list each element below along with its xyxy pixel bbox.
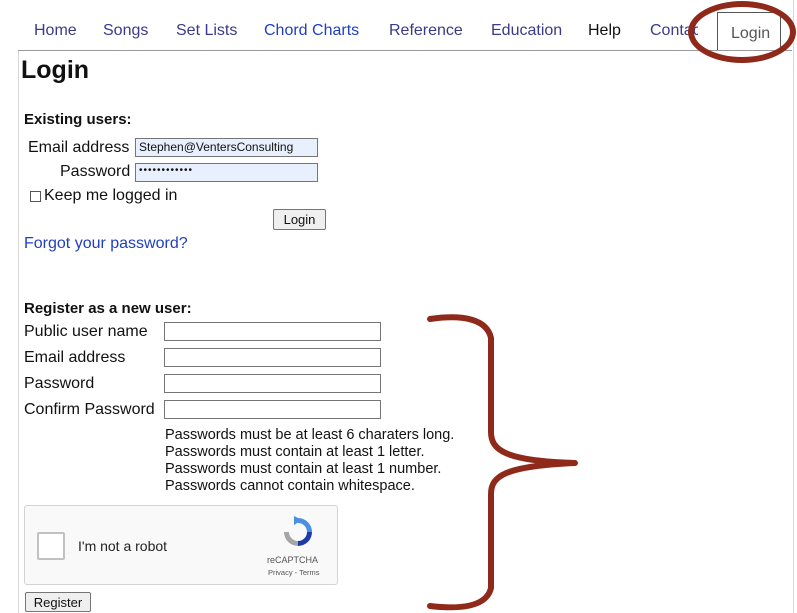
recaptcha-checkbox[interactable] xyxy=(37,532,65,560)
annotation-circle xyxy=(688,1,796,63)
nav-chord-charts[interactable]: Chord Charts xyxy=(264,22,359,40)
register-confirm-label: Confirm Password xyxy=(24,401,155,418)
register-button[interactable]: Register xyxy=(25,592,91,612)
password-rule-length: Passwords must be at least 6 charaters l… xyxy=(165,427,455,443)
login-email-input[interactable]: Stephen@VentersConsulting xyxy=(135,138,318,157)
keep-logged-in-checkbox[interactable] xyxy=(30,191,41,202)
recaptcha-widget: I'm not a robot reCAPTCHA Privacy - Term… xyxy=(24,505,338,585)
password-rule-number: Passwords must contain at least 1 number… xyxy=(165,461,442,477)
forgot-password-link[interactable]: Forgot your password? xyxy=(24,235,188,253)
login-email-label: Email address xyxy=(28,139,130,156)
register-password-label: Password xyxy=(24,375,95,392)
password-rule-letter: Passwords must contain at least 1 letter… xyxy=(165,444,425,460)
register-confirm-input[interactable] xyxy=(164,400,381,419)
register-heading: Register as a new user: xyxy=(24,300,192,317)
nav-home[interactable]: Home xyxy=(34,22,77,40)
register-username-input[interactable] xyxy=(164,322,381,341)
annotation-bracket xyxy=(427,314,578,611)
login-password-label: Password xyxy=(60,163,131,180)
top-nav: Home Songs Set Lists Chord Charts Refere… xyxy=(18,0,792,51)
register-email-input[interactable] xyxy=(164,348,381,367)
nav-help[interactable]: Help xyxy=(588,22,621,40)
register-password-input[interactable] xyxy=(164,374,381,393)
keep-logged-in-label: Keep me logged in xyxy=(44,187,178,204)
register-username-label: Public user name xyxy=(24,323,148,340)
recaptcha-brand: reCAPTCHA xyxy=(267,555,319,565)
login-button[interactable]: Login xyxy=(273,209,326,230)
nav-education[interactable]: Education xyxy=(491,22,562,40)
recaptcha-privacy-terms[interactable]: Privacy - Terms xyxy=(268,568,320,577)
recaptcha-label: I'm not a robot xyxy=(78,538,168,554)
nav-reference[interactable]: Reference xyxy=(389,22,463,40)
recaptcha-logo-icon xyxy=(284,516,312,546)
nav-songs[interactable]: Songs xyxy=(103,22,148,40)
nav-set-lists[interactable]: Set Lists xyxy=(176,22,237,40)
existing-users-heading: Existing users: xyxy=(24,111,132,128)
password-rule-whitespace: Passwords cannot contain whitespace. xyxy=(165,478,415,494)
login-password-input[interactable]: •••••••••••• xyxy=(135,163,318,182)
page-title: Login xyxy=(21,56,90,84)
register-email-label: Email address xyxy=(24,349,126,366)
